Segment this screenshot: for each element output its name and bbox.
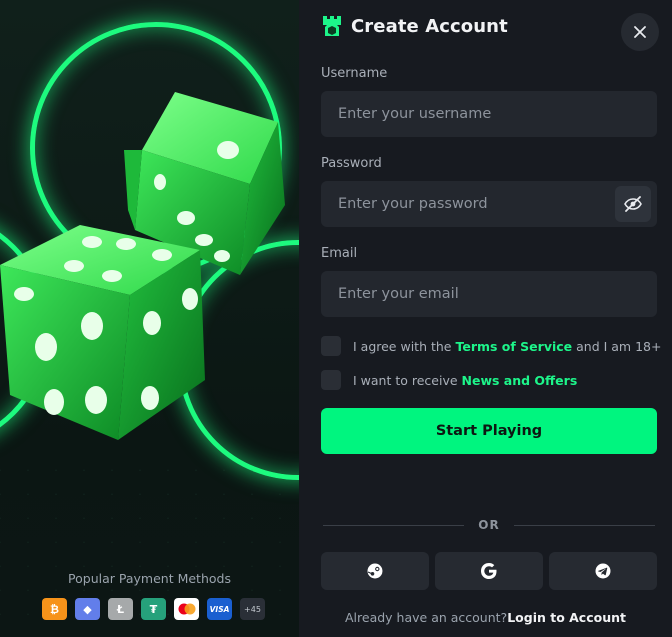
telegram-login-button[interactable] bbox=[549, 552, 657, 590]
password-label: Password bbox=[321, 156, 382, 171]
dice-illustration bbox=[0, 92, 285, 440]
more-payments-badge: +45 bbox=[240, 598, 265, 620]
google-icon bbox=[481, 563, 497, 579]
terms-text: I agree with the Terms of Service and I … bbox=[353, 339, 661, 354]
steam-login-button[interactable] bbox=[321, 552, 429, 590]
news-and-offers-link[interactable]: News and Offers bbox=[462, 373, 578, 388]
google-login-button[interactable] bbox=[435, 552, 543, 590]
eye-slash-icon bbox=[624, 196, 642, 212]
ethereum-icon: ◆ bbox=[75, 598, 100, 620]
divider-line bbox=[323, 524, 465, 526]
or-label: OR bbox=[478, 518, 500, 532]
news-row: I want to receive News and Offers bbox=[321, 370, 577, 390]
form-title: Create Account bbox=[351, 15, 508, 37]
mastercard-icon bbox=[174, 598, 199, 620]
or-divider: OR bbox=[323, 518, 656, 532]
login-prompt-text: Already have an account? bbox=[345, 610, 508, 625]
password-field-wrapper bbox=[321, 181, 657, 227]
terms-checkbox[interactable] bbox=[321, 336, 341, 356]
news-checkbox[interactable] bbox=[321, 370, 341, 390]
visa-icon: VISA bbox=[207, 598, 232, 620]
bitcoin-icon: ₿ bbox=[42, 598, 67, 620]
email-input[interactable] bbox=[321, 271, 657, 317]
promo-panel: Popular Payment Methods ₿ ◆ Ł ₮ VISA +45 bbox=[0, 0, 299, 637]
brand-logo-icon bbox=[323, 16, 341, 36]
news-prefix: I want to receive bbox=[353, 372, 462, 388]
email-field-wrapper bbox=[321, 271, 657, 317]
toggle-password-visibility-button[interactable] bbox=[615, 186, 651, 222]
login-to-account-link[interactable]: Login to Account bbox=[507, 610, 626, 625]
telegram-icon bbox=[595, 563, 611, 579]
password-input[interactable] bbox=[321, 181, 657, 227]
close-button[interactable] bbox=[621, 13, 659, 51]
news-text: I want to receive News and Offers bbox=[353, 373, 577, 388]
username-label: Username bbox=[321, 66, 388, 81]
payments-title: Popular Payment Methods bbox=[68, 571, 231, 586]
username-field-wrapper bbox=[321, 91, 657, 137]
divider-line bbox=[513, 524, 656, 526]
terms-of-service-link[interactable]: Terms of Service bbox=[455, 339, 572, 354]
email-label: Email bbox=[321, 246, 358, 261]
litecoin-icon: Ł bbox=[108, 598, 133, 620]
steam-icon bbox=[367, 563, 383, 579]
terms-prefix: I agree with the bbox=[353, 338, 456, 354]
payment-methods: ₿ ◆ Ł ₮ VISA +45 bbox=[42, 598, 265, 620]
form-header: Create Account bbox=[321, 14, 508, 38]
signup-form: Create Account Username Password Email I… bbox=[299, 0, 672, 637]
terms-row: I agree with the Terms of Service and I … bbox=[321, 336, 661, 356]
start-playing-button[interactable]: Start Playing bbox=[321, 408, 657, 454]
tether-icon: ₮ bbox=[141, 598, 166, 620]
close-icon bbox=[634, 26, 646, 38]
terms-suffix: and I am 18+ bbox=[572, 338, 662, 354]
social-login-buttons bbox=[321, 552, 657, 590]
username-input[interactable] bbox=[321, 91, 657, 137]
login-prompt-row: Already have an account?Login to Account bbox=[299, 610, 672, 625]
